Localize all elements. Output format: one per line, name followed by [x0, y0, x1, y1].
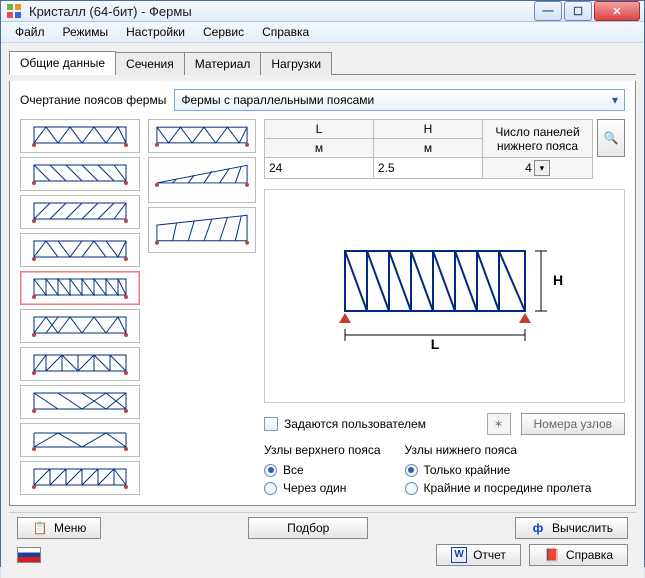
radio-icon [264, 482, 277, 495]
radio-icon [405, 464, 418, 477]
truss-thumb-9[interactable] [20, 423, 140, 457]
top-nodes-alt[interactable]: Через один [264, 481, 381, 495]
menu-button[interactable]: 📋 Меню [17, 517, 101, 539]
bottom-nodes-mid[interactable]: Крайние и посредине пролета [405, 481, 592, 495]
params-table: L H Число панелей нижнего пояса м м [264, 119, 593, 179]
chord-type-value: Фермы с параллельными поясами [181, 93, 374, 107]
app-icon [5, 2, 23, 20]
node-numbers-icon-button[interactable]: ✶ [487, 413, 511, 435]
chevron-down-icon: ▾ [604, 93, 618, 107]
truss-thumb-10[interactable] [20, 461, 140, 495]
tab-general[interactable]: Общие данные [9, 51, 116, 75]
language-flag[interactable] [17, 547, 41, 563]
chord-outline-row: Очертание поясов фермы Фермы с параллель… [20, 89, 625, 111]
content-area: L H Число панелей нижнего пояса м м [20, 119, 625, 495]
menu-help[interactable]: Справка [254, 22, 317, 42]
panels-value: 4 [525, 161, 532, 175]
tab-sections[interactable]: Сечения [115, 52, 185, 75]
magnifier-icon: 🔍 [604, 131, 619, 145]
truss-thumb-3[interactable] [20, 195, 140, 229]
col-header-H: H [373, 120, 482, 139]
user-defined-label: Задаются пользователем [284, 417, 426, 431]
chord-outline-label: Очертание поясов фермы [20, 93, 166, 107]
select-button[interactable]: Подбор [248, 517, 368, 539]
minimize-button[interactable]: — [534, 1, 562, 21]
menu-modes[interactable]: Режимы [55, 22, 117, 42]
truss-preview: L H [264, 189, 625, 403]
truss-thumb-m3[interactable] [148, 207, 256, 253]
bottom-nodes-ends[interactable]: Только крайние [405, 463, 592, 477]
col-header-L: L [265, 120, 374, 139]
truss-thumb-m2[interactable] [148, 157, 256, 203]
maximize-button[interactable]: ☐ [564, 1, 592, 21]
chord-type-combo[interactable]: Фермы с параллельными поясами ▾ [174, 89, 625, 111]
truss-preview-svg: L H [315, 231, 575, 361]
truss-thumb-8[interactable] [20, 385, 140, 419]
client-area: Общие данные Сечения Материал Нагрузки О… [1, 43, 644, 578]
truss-thumbs-left [20, 119, 140, 495]
node-numbers-button[interactable]: Номера узлов [521, 413, 626, 435]
col-header-panels: Число панелей нижнего пояса [483, 120, 593, 158]
tab-loads[interactable]: Нагрузки [260, 52, 332, 75]
chevron-down-icon[interactable]: ▾ [534, 160, 550, 176]
bottom-nodes-title: Узлы нижнего пояса [405, 443, 592, 457]
tab-panel-general: Очертание поясов фермы Фермы с параллель… [9, 81, 636, 506]
menu-file[interactable]: Файл [7, 22, 53, 42]
truss-thumbs-mid [148, 119, 256, 495]
preview-H-label: H [553, 272, 563, 288]
user-defined-checkbox[interactable]: Задаются пользователем [264, 417, 426, 431]
word-icon: W [451, 547, 467, 563]
truss-thumb-m1[interactable] [148, 119, 256, 153]
book-icon: 📕 [544, 547, 560, 563]
radio-icon [405, 482, 418, 495]
input-L[interactable] [265, 159, 373, 177]
radio-icon [264, 464, 277, 477]
close-button[interactable]: ✕ [594, 1, 640, 21]
params-table-row: L H Число панелей нижнего пояса м м [264, 119, 625, 179]
right-panel: L H Число панелей нижнего пояса м м [264, 119, 625, 495]
phi-icon: ф [530, 520, 546, 536]
input-H[interactable] [374, 159, 482, 177]
report-button[interactable]: W Отчет [436, 544, 521, 566]
bottom-nodes-group: Узлы нижнего пояса Только крайние Крайни… [405, 443, 592, 495]
list-icon: 📋 [32, 520, 48, 536]
preview-L-label: L [430, 336, 439, 352]
help-button[interactable]: 📕 Справка [529, 544, 628, 566]
top-nodes-group: Узлы верхнего пояса Все Через один [264, 443, 381, 495]
unit-H: м [373, 139, 482, 158]
title-bar: Кристалл (64-бит) - Фермы — ☐ ✕ [1, 1, 644, 22]
truss-thumb-2[interactable] [20, 157, 140, 191]
window-title: Кристалл (64-бит) - Фермы [29, 4, 534, 19]
top-nodes-all[interactable]: Все [264, 463, 381, 477]
options-row: Задаются пользователем ✶ Номера узлов [264, 413, 625, 435]
panels-stepper[interactable]: 4 ▾ [487, 160, 588, 176]
truss-thumb-7[interactable] [20, 347, 140, 381]
compute-button[interactable]: ф Вычислить [515, 517, 628, 539]
zoom-preview-button[interactable]: 🔍 [597, 119, 625, 157]
app-window: Кристалл (64-бит) - Фермы — ☐ ✕ Файл Реж… [0, 0, 645, 567]
menu-service[interactable]: Сервис [195, 22, 252, 42]
tab-material[interactable]: Материал [184, 52, 262, 75]
unit-L: м [265, 139, 374, 158]
checkbox-icon [264, 417, 278, 431]
window-controls: — ☐ ✕ [534, 1, 640, 21]
menu-settings[interactable]: Настройки [118, 22, 193, 42]
top-nodes-title: Узлы верхнего пояса [264, 443, 381, 457]
truss-thumb-6[interactable] [20, 309, 140, 343]
truss-thumb-5[interactable] [20, 271, 140, 305]
tab-strip: Общие данные Сечения Материал Нагрузки [9, 51, 636, 75]
menu-bar: Файл Режимы Настройки Сервис Справка [1, 22, 644, 43]
nodes-icon: ✶ [493, 417, 503, 431]
radio-groups: Узлы верхнего пояса Все Через один Узлы … [264, 443, 625, 495]
truss-thumb-1[interactable] [20, 119, 140, 153]
bottom-bar: 📋 Меню Подбор ф Вычислить W Отчет [9, 512, 636, 570]
truss-thumb-4[interactable] [20, 233, 140, 267]
